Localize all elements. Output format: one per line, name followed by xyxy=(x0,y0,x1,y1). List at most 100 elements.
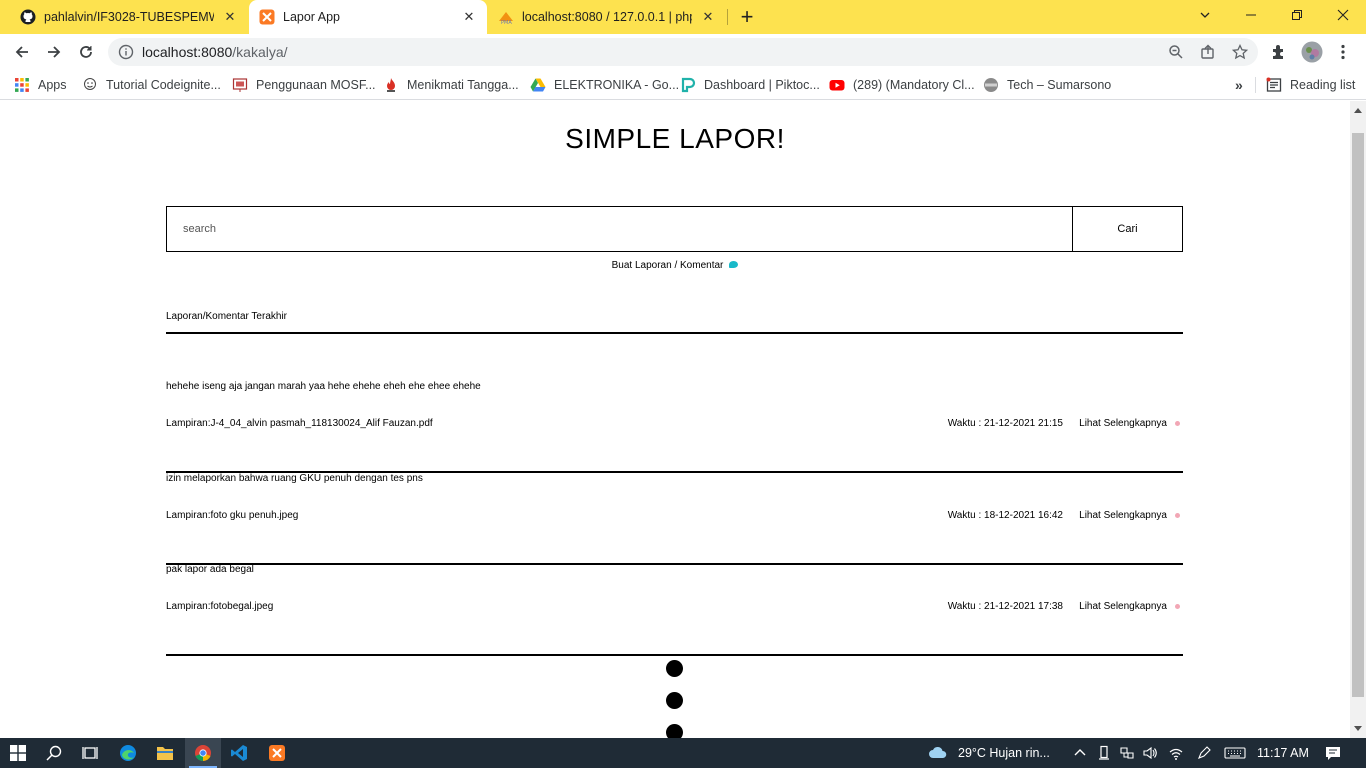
bookmark-piktochart[interactable]: Dashboard | Piktoc... xyxy=(680,76,820,94)
browser-toolbar: localhost:8080/kakalya/ xyxy=(0,34,1366,70)
reading-list-icon xyxy=(1266,77,1282,92)
phpmyadmin-icon: PMA xyxy=(499,12,513,25)
xampp-taskbar-app[interactable] xyxy=(267,743,287,763)
start-button[interactable] xyxy=(8,743,28,763)
pagination-dot[interactable] xyxy=(666,692,683,709)
bookmarks-overflow-button[interactable]: » xyxy=(1235,76,1243,94)
bookmark-mosfet[interactable]: Penggunaan MOSF... xyxy=(232,76,376,94)
bookmark-label: Dashboard | Piktoc... xyxy=(704,78,820,92)
report-item: izin melaporkan bahwa ruang GKU penuh de… xyxy=(166,473,1183,565)
back-button[interactable] xyxy=(10,40,34,64)
extensions-icon[interactable] xyxy=(1270,43,1288,61)
chrome-taskbar-app[interactable] xyxy=(193,743,213,763)
new-tab-button[interactable]: + xyxy=(736,6,758,29)
vscode-taskbar-app[interactable] xyxy=(229,743,249,763)
info-icon[interactable] xyxy=(118,44,134,60)
volume-icon[interactable] xyxy=(1142,745,1158,761)
close-window-button[interactable] xyxy=(1320,0,1366,30)
reload-button[interactable] xyxy=(74,40,98,64)
close-tab-icon[interactable]: ✕ xyxy=(700,9,716,25)
report-time: Waktu : 21-12-2021 21:15 xyxy=(947,418,1063,429)
scrollbar-thumb[interactable] xyxy=(1352,133,1364,697)
see-more-link[interactable]: Lihat Selengkapnya xyxy=(1079,418,1167,429)
report-meta: Lampiran:fotobegal.jpeg Waktu : 21-12-20… xyxy=(166,601,1183,615)
codeigniter-icon xyxy=(84,78,96,90)
chevron-up-icon[interactable] xyxy=(1072,745,1088,761)
report-time: Waktu : 21-12-2021 17:38 xyxy=(947,601,1063,612)
wifi-icon[interactable] xyxy=(1168,745,1184,761)
pagination-dot[interactable] xyxy=(666,724,683,738)
zoom-icon[interactable] xyxy=(1168,44,1184,60)
xampp-icon xyxy=(269,745,285,761)
search-icon xyxy=(46,745,62,761)
overflow-chevron-icon: » xyxy=(1235,77,1243,93)
report-text: hehehe iseng aja jangan marah yaa hehe e… xyxy=(166,381,481,392)
forward-button[interactable] xyxy=(42,40,66,64)
bookmark-youtube[interactable]: (289) (Mandatory Cl... xyxy=(829,76,975,94)
divider xyxy=(1255,77,1256,93)
flame-icon xyxy=(387,78,395,92)
search-taskbar-button[interactable] xyxy=(44,743,64,763)
slides-icon xyxy=(232,78,248,92)
report-attachment: Lampiran:J-4_04_alvin pasmah_118130024_A… xyxy=(166,418,433,429)
bookmarks-bar: Apps Tutorial Codeignite... Penggunaan M… xyxy=(0,70,1366,100)
dot-icon xyxy=(1175,604,1180,609)
tab-github[interactable]: pahlalvin/IF3028-TUBESPEMWEB ✕ xyxy=(0,0,248,34)
arrow-right-icon xyxy=(48,46,61,58)
create-report-link[interactable]: Buat Laporan / Komentar xyxy=(0,260,1350,271)
see-more-link[interactable]: Lihat Selengkapnya xyxy=(1079,601,1167,612)
scroll-up-arrow-icon[interactable] xyxy=(1354,108,1362,113)
edge-taskbar-app[interactable] xyxy=(118,743,138,763)
report-attachment: Lampiran:foto gku penuh.jpeg xyxy=(166,510,299,521)
reading-list-button[interactable]: Reading list xyxy=(1266,76,1355,94)
bookmark-elektronika[interactable]: ELEKTRONIKA - Go... xyxy=(530,76,679,94)
restore-button[interactable] xyxy=(1274,0,1320,30)
minimize-button[interactable] xyxy=(1228,0,1274,30)
avatar[interactable] xyxy=(1301,41,1323,63)
page-viewport: SIMPLE LAPOR! Cari Buat Laporan / Koment… xyxy=(0,101,1350,738)
search-form: Cari xyxy=(166,206,1183,252)
task-view-button[interactable] xyxy=(80,743,100,763)
tab-phpmyadmin[interactable]: PMA localhost:8080 / 127.0.0.1 | phpMyAd… xyxy=(488,0,726,34)
bookmark-label: ELEKTRONIKA - Go... xyxy=(554,78,680,92)
see-more-link[interactable]: Lihat Selengkapnya xyxy=(1079,510,1167,521)
search-button[interactable]: Cari xyxy=(1072,207,1182,251)
close-tab-icon[interactable]: ✕ xyxy=(222,9,238,25)
device-icon[interactable] xyxy=(1096,745,1112,761)
weather-text[interactable]: 29°C Hujan rin... xyxy=(958,746,1050,760)
bookmark-codeigniter[interactable]: Tutorial Codeignite... xyxy=(82,76,221,94)
file-explorer-taskbar-app[interactable] xyxy=(155,743,175,763)
keyboard-icon[interactable] xyxy=(1224,745,1246,761)
page-scrollbar[interactable] xyxy=(1350,101,1366,738)
close-icon xyxy=(1337,9,1349,21)
google-drive-icon xyxy=(530,78,546,92)
address-bar[interactable]: localhost:8080/kakalya/ xyxy=(108,38,1258,66)
bookmark-label: Tech – Sumarsono xyxy=(1007,78,1112,92)
tab-lapor-app[interactable]: Lapor App ✕ xyxy=(249,0,487,34)
report-time: Waktu : 18-12-2021 16:42 xyxy=(947,510,1063,521)
url-text[interactable]: localhost:8080/kakalya/ xyxy=(142,44,288,60)
bookmark-tangga[interactable]: Menikmati Tangga... xyxy=(383,76,519,94)
tab-search-button[interactable] xyxy=(1182,0,1228,30)
tab-title: Lapor App xyxy=(283,10,340,24)
close-tab-icon[interactable]: ✕ xyxy=(461,9,477,25)
bookmark-sumarsono[interactable]: Tech – Sumarsono xyxy=(983,76,1111,94)
dot-icon xyxy=(1175,421,1180,426)
star-icon[interactable] xyxy=(1232,44,1248,60)
weather-cloud-icon[interactable] xyxy=(928,745,948,761)
pagination-dot[interactable] xyxy=(666,660,683,677)
url-path: /kakalya/ xyxy=(232,44,288,60)
network-icon[interactable] xyxy=(1119,745,1135,761)
search-input[interactable] xyxy=(167,207,1072,251)
more-vertical-icon[interactable] xyxy=(1334,43,1352,61)
bookmark-label: Tutorial Codeignite... xyxy=(106,78,221,92)
bookmark-apps[interactable]: Apps xyxy=(14,76,67,94)
windows-taskbar: 29°C Hujan rin... 11:17 AM xyxy=(0,738,1366,768)
reload-icon xyxy=(80,46,92,58)
tab-title: pahlalvin/IF3028-TUBESPEMWEB xyxy=(44,10,214,24)
notifications-icon[interactable] xyxy=(1325,745,1341,761)
share-icon[interactable] xyxy=(1200,44,1216,60)
scroll-down-arrow-icon[interactable] xyxy=(1354,726,1362,731)
clock[interactable]: 11:17 AM xyxy=(1257,746,1309,760)
pen-icon[interactable] xyxy=(1196,745,1212,761)
